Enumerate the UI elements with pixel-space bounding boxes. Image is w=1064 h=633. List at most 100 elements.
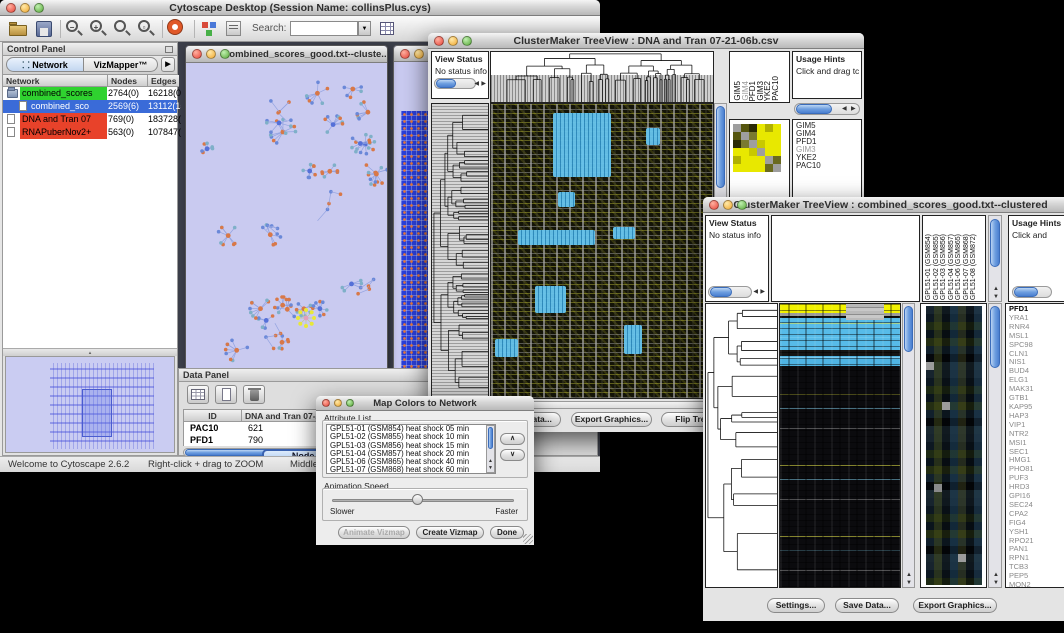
scroll-up-icon[interactable]: ▲ [993, 286, 999, 292]
column-header-edges[interactable]: Edges [148, 75, 179, 87]
scroll-left-icon[interactable]: ◀ [753, 289, 758, 295]
attribute-item-0[interactable]: GPL51-01 (GSM854) heat shock 05 min [327, 425, 495, 433]
open-file-icon[interactable] [8, 19, 30, 39]
tv1-export-graphics-button[interactable]: Export Graphics... [571, 412, 652, 427]
tab-overflow-icon[interactable]: ▶ [161, 57, 175, 72]
scroll-up-icon[interactable]: ▲ [993, 572, 999, 578]
column-header-id[interactable]: ID [184, 410, 242, 422]
scroll-down-icon[interactable]: ▼ [488, 465, 493, 471]
attribute-item-3[interactable]: GPL51-04 (GSM857) heat shock 20 min [327, 450, 495, 458]
tab-vizmapper[interactable]: VizMapper™ [84, 57, 158, 72]
move-up-button[interactable]: ∧ [500, 433, 525, 445]
close-icon[interactable] [6, 3, 16, 13]
zoom-window-icon[interactable] [346, 399, 354, 407]
animate-vizmap-button[interactable]: Animate Vizmap [338, 526, 410, 539]
overview-viewport-rect[interactable] [82, 389, 112, 437]
attribute-item-1[interactable]: GPL51-02 (GSM855) heat shock 10 min [327, 433, 495, 441]
tv1-gene-5[interactable]: PAC10 [793, 162, 861, 170]
scrollbar-thumb[interactable] [488, 427, 493, 449]
minimize-icon[interactable] [206, 49, 216, 59]
network-window-1-titlebar[interactable]: combined_scores_good.txt--cluste... [186, 46, 387, 63]
attribute-list-scrollbar[interactable]: ▲ ▼ [486, 425, 495, 473]
tv1-row-dendrogram[interactable] [431, 103, 489, 399]
zoom-actual-icon[interactable] [114, 20, 126, 32]
scroll-down-icon[interactable]: ▼ [993, 580, 999, 586]
select-attributes-icon[interactable] [187, 385, 209, 404]
float-panel-icon[interactable] [165, 46, 173, 53]
network-row-1[interactable]: combined_sco2569(6)13112(15) [3, 100, 177, 113]
tv2-gene-31[interactable]: MON2 [1006, 581, 1064, 588]
minimize-icon[interactable] [414, 49, 424, 59]
tv2-heatmap-vscrollbar[interactable]: ▲ ▼ [902, 303, 915, 588]
dialog-titlebar[interactable]: Map Colors to Network [316, 396, 534, 411]
scrollbar-thumb[interactable] [1014, 287, 1038, 297]
tv2-export-graphics-button[interactable]: Export Graphics... [913, 598, 997, 613]
network-row-3[interactable]: RNAPuberNov2+563(0)107847(0) [3, 126, 177, 139]
minimize-icon[interactable] [723, 200, 733, 210]
zoom-in-icon[interactable]: + [90, 20, 102, 32]
tv2-row-dendrogram[interactable] [705, 303, 778, 588]
column-header-nodes[interactable]: Nodes [108, 75, 148, 87]
tv2-labels-vscrollbar[interactable]: ▲ ▼ [988, 215, 1002, 302]
close-icon[interactable] [192, 49, 202, 59]
speed-slider-thumb[interactable] [412, 494, 423, 505]
network-row-2[interactable]: DNA and Tran 07769(0)183728(0) [3, 113, 177, 126]
network-row-0[interactable]: combined_scores2764(0)16218(0) [3, 87, 177, 100]
attribute-list[interactable]: GPL51-01 (GSM854) heat shock 05 minGPL51… [326, 424, 496, 474]
scroll-right-icon[interactable]: ▶ [851, 106, 856, 112]
scroll-down-icon[interactable]: ▼ [906, 580, 912, 586]
close-icon[interactable] [322, 399, 330, 407]
attribute-item-5[interactable]: GPL51-07 (GSM868) heat shock 60 min [327, 466, 495, 474]
tv2-status-scrollbar[interactable] [708, 286, 752, 298]
tv2-heatmap[interactable] [779, 303, 901, 588]
scroll-right-icon[interactable]: ▶ [481, 81, 486, 87]
tv1-cluster-submatrix[interactable] [733, 124, 781, 172]
tv1-status-scrollbar[interactable] [434, 78, 476, 89]
tv2-settings-button[interactable]: Settings... [767, 598, 825, 613]
annotation-icon[interactable] [224, 19, 246, 39]
tv2-hints-scrollbar[interactable] [1012, 286, 1052, 298]
zoom-window-icon[interactable] [737, 200, 747, 210]
attribute-item-2[interactable]: GPL51-03 (GSM856) heat shock 15 min [327, 442, 495, 450]
scroll-up-icon[interactable]: ▲ [488, 458, 493, 464]
close-icon[interactable] [709, 200, 719, 210]
main-titlebar[interactable]: Cytoscape Desktop (Session Name: collins… [0, 0, 600, 16]
close-icon[interactable] [434, 36, 444, 46]
attribute-browser-icon[interactable] [378, 19, 400, 39]
tab-network[interactable]: ⸬ Network [6, 57, 84, 72]
zoom-window-icon[interactable] [34, 3, 44, 13]
done-button[interactable]: Done [490, 526, 524, 539]
tv2-column-dendrogram[interactable] [771, 215, 920, 302]
search-dropdown-icon[interactable]: ▼ [358, 21, 371, 36]
speed-slider-track[interactable] [332, 499, 514, 502]
column-header-network[interactable]: Network [3, 75, 108, 87]
close-icon[interactable] [400, 49, 410, 59]
scrollbar-thumb[interactable] [710, 287, 732, 297]
scrollbar-thumb[interactable] [990, 219, 1000, 267]
resize-grip[interactable] [523, 534, 533, 544]
treeview1-titlebar[interactable]: ClusterMaker TreeView : DNA and Tran 07-… [428, 33, 864, 49]
scroll-down-icon[interactable]: ▼ [993, 294, 999, 300]
new-attribute-icon[interactable] [215, 385, 237, 404]
attribute-item-4[interactable]: GPL51-06 (GSM865) heat shock 40 min [327, 458, 495, 466]
delete-attribute-icon[interactable] [243, 385, 265, 404]
scrollbar-thumb[interactable] [990, 306, 1000, 368]
zoom-window-icon[interactable] [220, 49, 230, 59]
scrollbar-thumb[interactable] [796, 104, 832, 114]
scroll-left-icon[interactable]: ◀ [474, 81, 479, 87]
panel-split-handle[interactable]: ▴ [3, 348, 177, 356]
scroll-left-icon[interactable]: ◀ [842, 106, 847, 112]
tv2-save-data-button[interactable]: Save Data... [835, 598, 899, 613]
treeview2-titlebar[interactable]: ClusterMaker TreeView : combined_scores_… [703, 197, 1064, 213]
minimize-icon[interactable] [334, 399, 342, 407]
tv2-zoom-panel[interactable] [920, 303, 987, 588]
tv1-column-dendrogram[interactable] [490, 51, 714, 103]
scroll-right-icon[interactable]: ▶ [760, 289, 765, 295]
scrollbar-thumb[interactable] [436, 79, 456, 88]
zoom-window-icon[interactable] [462, 36, 472, 46]
search-input[interactable] [290, 21, 358, 36]
scrollbar-thumb[interactable] [716, 106, 725, 188]
move-down-button[interactable]: ∨ [500, 449, 525, 461]
minimize-icon[interactable] [20, 3, 30, 13]
network-canvas[interactable] [186, 63, 387, 371]
